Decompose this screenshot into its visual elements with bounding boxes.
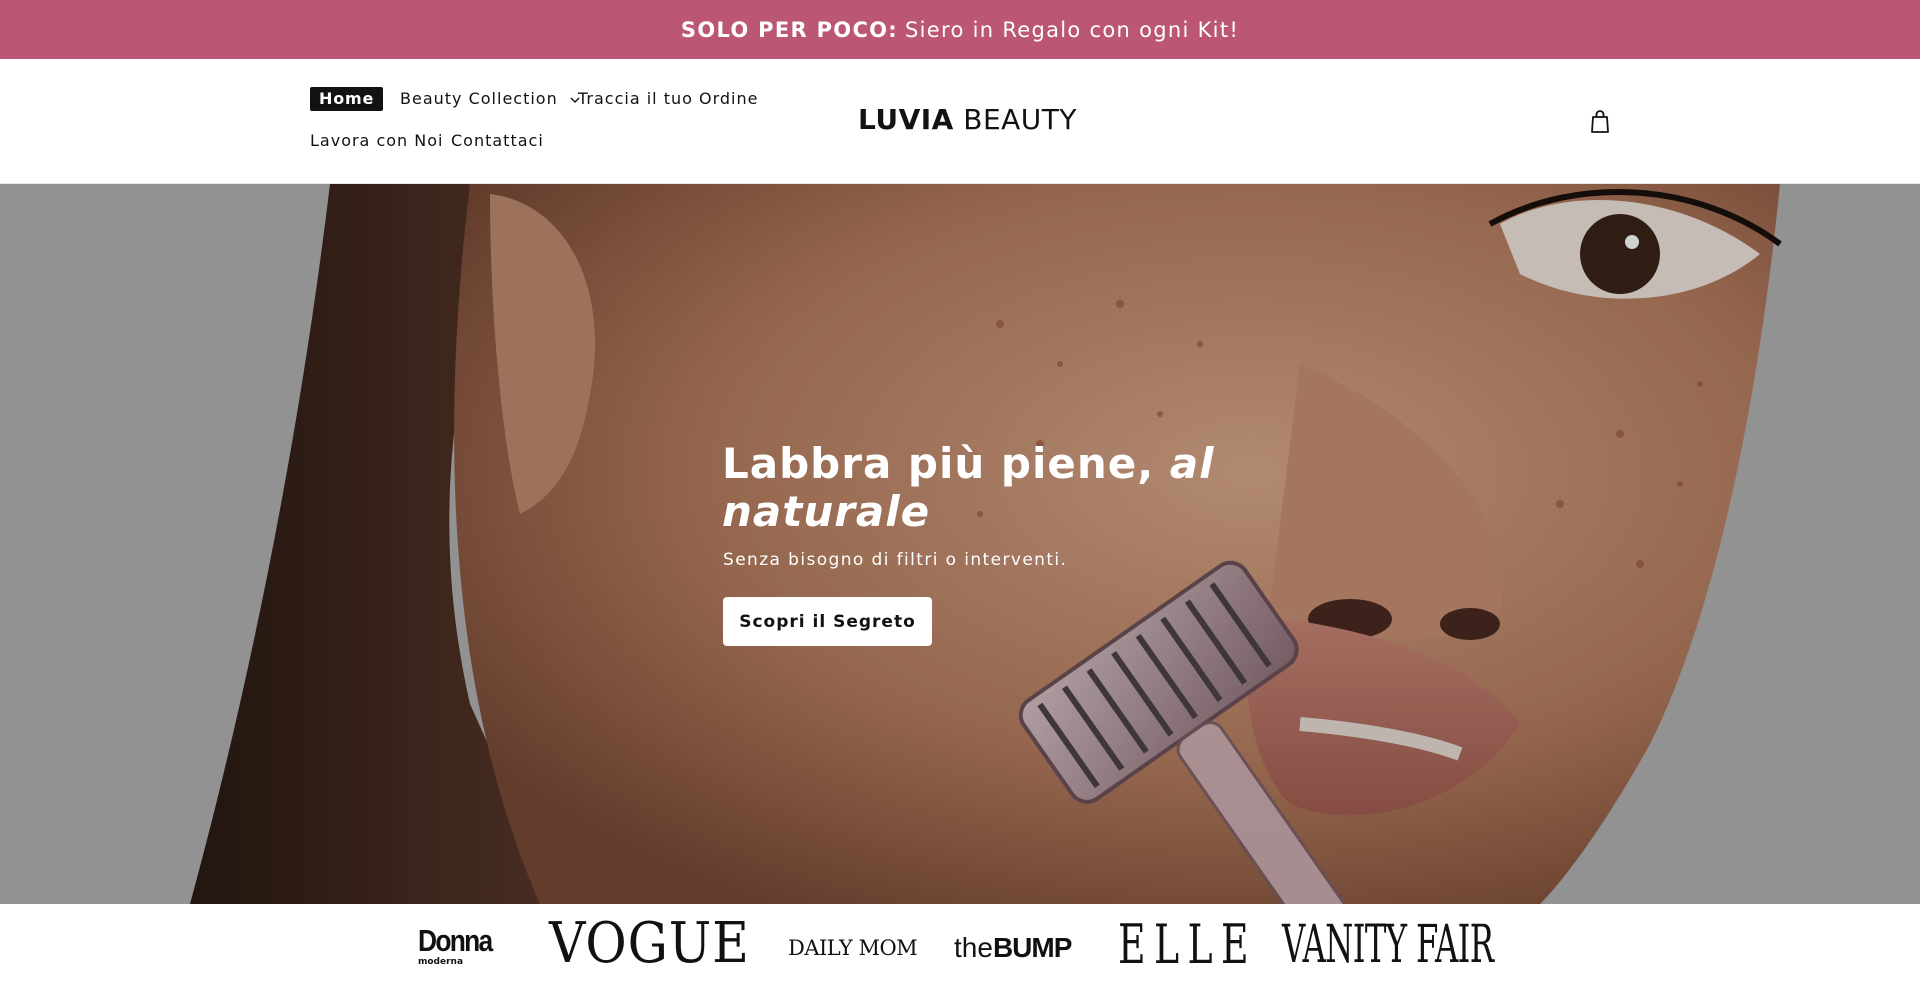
nav-item-home[interactable]: Home: [310, 87, 384, 111]
press-logo-vanity-fair: VANITY FAIR: [1282, 915, 1494, 975]
press-logo-the: the: [954, 932, 993, 963]
announcement-bar: SOLO PER POCO: Siero in Regalo con ogni …: [0, 0, 1920, 59]
press-logo-vogue: VOGUE: [549, 911, 750, 976]
hero-banner: Labbra più piene, al naturale Senza biso…: [0, 184, 1920, 904]
hero-image: [0, 184, 1920, 904]
announcement-text: Siero in Regalo con ogni Kit!: [905, 17, 1240, 42]
hero-cta-button[interactable]: Scopri il Segreto: [723, 597, 932, 646]
press-logo-elle: ELLE: [1118, 913, 1257, 976]
hero-subtitle: Senza bisogno di filtri o interventi.: [723, 550, 1068, 570]
hero-title: Labbra più piene, al naturale: [722, 440, 1242, 536]
nav-item-contact[interactable]: Contattaci: [451, 129, 544, 153]
press-logo-bump: BUMP: [992, 932, 1072, 963]
site-logo[interactable]: LUVIA BEAUTY: [858, 103, 1077, 137]
nav-item-label: Beauty Collection: [400, 89, 558, 108]
logo-light: BEAUTY: [963, 103, 1078, 136]
shopping-bag-icon[interactable]: [1586, 107, 1614, 135]
press-logos-bar: Donna moderna VOGUE DAILY MOM theBUMP EL…: [0, 904, 1920, 993]
nav-item-beauty-collection[interactable]: Beauty Collection: [400, 87, 580, 111]
nav-item-work-with-us[interactable]: Lavora con Noi: [310, 129, 443, 153]
press-logo-the-bump: theBUMP: [954, 932, 1072, 964]
press-logo-donna: Donna: [418, 923, 493, 958]
logo-strong: LUVIA: [858, 103, 954, 136]
hero-title-main: Labbra più piene,: [722, 439, 1170, 488]
press-logo-daily-mom: DAILY MOM: [788, 936, 918, 960]
announcement-highlight: SOLO PER POCO:: [680, 17, 899, 42]
nav-item-track-order[interactable]: Traccia il tuo Ordine: [578, 87, 758, 111]
site-header: Home Beauty Collection Traccia il tuo Or…: [0, 59, 1920, 184]
press-logo-donna-sub: moderna: [418, 957, 464, 967]
